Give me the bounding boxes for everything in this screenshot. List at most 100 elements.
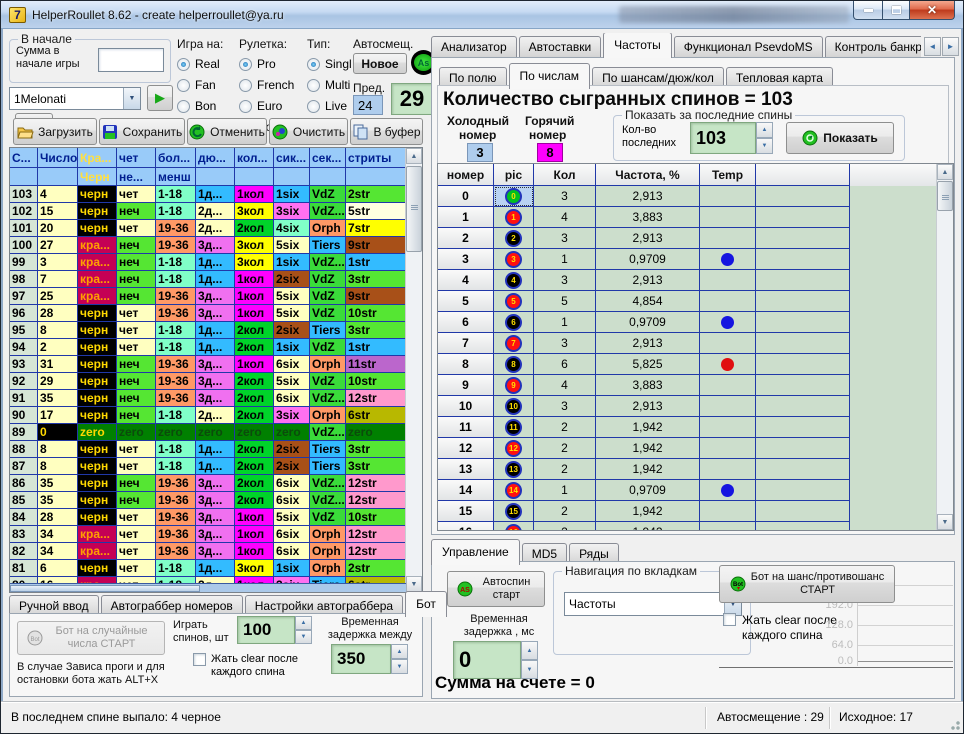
close-button[interactable]: ✕ <box>909 1 955 20</box>
history-cell: неч <box>117 390 156 407</box>
radio-Pro[interactable]: Pro <box>239 57 297 71</box>
delay-label: Временная задержка , мс <box>449 613 549 639</box>
profile-combobox[interactable]: 1Melonati ▼ <box>9 87 141 110</box>
tab-Функционал PsevdoMS[interactable]: Функционал PsevdoMS <box>674 36 823 58</box>
radio-circle-icon[interactable] <box>307 58 320 71</box>
freq-temp-cell <box>700 459 756 480</box>
last-spins-value[interactable]: 103 <box>690 122 756 154</box>
radio-circle-icon[interactable] <box>239 58 252 71</box>
freq-pic-cell[interactable]: 5 <box>494 291 534 312</box>
scrollbar-thumb[interactable] <box>937 181 953 211</box>
spins-count-value[interactable]: 100 <box>237 616 295 644</box>
radio-French[interactable]: French <box>239 78 297 92</box>
clear-button[interactable]: Очистить <box>269 118 348 145</box>
history-cell: кра... <box>78 254 117 271</box>
freq-pic-cell[interactable]: 14 <box>494 480 534 501</box>
freq-extra-cell <box>756 417 850 438</box>
radio-Bon[interactable]: Bon <box>177 99 223 113</box>
checkbox-icon[interactable] <box>723 613 736 626</box>
play-button[interactable]: ▶ <box>147 85 173 111</box>
freq-pic-cell[interactable]: 2 <box>494 228 534 249</box>
tab-Автоставки[interactable]: Автоставки <box>519 36 602 58</box>
freq-pic-cell[interactable]: 8 <box>494 354 534 375</box>
freq-pic-cell[interactable]: 10 <box>494 396 534 417</box>
clear-after-spin-checkbox[interactable]: Жать clear после каждого спина <box>193 653 313 679</box>
autoshift-new-button[interactable]: Новое <box>353 53 407 74</box>
radio-circle-icon[interactable] <box>239 79 252 92</box>
load-button[interactable]: Загрузить <box>13 118 97 145</box>
freq-pic-cell[interactable]: 7 <box>494 333 534 354</box>
tab-scroll-left-button[interactable]: ◄ <box>924 37 941 56</box>
save-button[interactable]: Сохранить <box>99 118 185 145</box>
autospin-start-button[interactable]: AS Автоспин старт <box>447 571 545 607</box>
freq-number-cell: 2 <box>438 228 494 249</box>
spin-delay-spinner[interactable]: 350 ▲▼ <box>331 644 408 674</box>
spin-up-button[interactable]: ▲ <box>521 641 538 660</box>
tab-Бот[interactable]: Бот <box>405 591 447 617</box>
history-scrollbar[interactable]: ▲ ▼ <box>405 148 422 592</box>
cold-number-label2: номер <box>459 128 496 142</box>
radio-Fan[interactable]: Fan <box>177 78 223 92</box>
tab-nav-combobox[interactable]: Частоты ▼ <box>564 592 742 616</box>
radio-circle-icon[interactable] <box>177 79 190 92</box>
freq-pic-cell[interactable]: 1 <box>494 207 534 228</box>
spin-up-button[interactable]: ▲ <box>391 644 408 659</box>
freq-pic-cell[interactable]: 13 <box>494 459 534 480</box>
minimize-button[interactable] <box>853 1 883 20</box>
spin-delay-value[interactable]: 350 <box>331 644 391 674</box>
tab-scroll-right-button[interactable]: ► <box>942 37 959 56</box>
spin-down-button[interactable]: ▼ <box>295 630 312 644</box>
freq-number-cell: 1 <box>438 207 494 228</box>
freq-pic-cell[interactable]: 4 <box>494 270 534 291</box>
undo-button[interactable]: Отменить <box>187 118 267 145</box>
radio-Singl[interactable]: Singl <box>307 57 352 71</box>
freq-pic-cell[interactable]: 12 <box>494 438 534 459</box>
resize-grip[interactable] <box>948 718 960 730</box>
spin-down-button[interactable]: ▼ <box>391 659 408 674</box>
radio-Multi[interactable]: Multi <box>307 78 352 92</box>
history-cell: 35 <box>38 390 78 407</box>
hot-number-label2: номер <box>529 128 566 142</box>
tab-По числам[interactable]: По числам <box>509 63 591 89</box>
start-sum-input[interactable] <box>98 48 164 72</box>
radio-circle-icon[interactable] <box>307 100 320 113</box>
radio-Real[interactable]: Real <box>177 57 223 71</box>
chance-bot-start-button[interactable]: Bot Бот на шанс/противошанс СТАРТ <box>719 565 895 603</box>
history-cell: 4six <box>274 220 310 237</box>
spin-up-button[interactable]: ▲ <box>756 122 773 138</box>
scrollbar-thumb[interactable] <box>406 166 422 252</box>
freq-pic-cell[interactable]: 11 <box>494 417 534 438</box>
maximize-button[interactable] <box>882 1 910 20</box>
spin-up-button[interactable]: ▲ <box>295 616 312 630</box>
spins-count-spinner[interactable]: 100 ▲▼ <box>237 616 312 644</box>
last-spins-spinner[interactable]: 103 ▲▼ <box>690 122 773 154</box>
freq-pic-cell[interactable]: 0 <box>494 186 534 207</box>
tab-Частоты[interactable]: Частоты <box>603 33 672 58</box>
tab-Анализатор[interactable]: Анализатор <box>431 36 517 58</box>
freq-pic-cell[interactable]: 16 <box>494 522 534 531</box>
freq-pic-cell[interactable]: 6 <box>494 312 534 333</box>
random-bot-start-button[interactable]: Bot Бот на случайные числа СТАРТ <box>17 621 165 655</box>
freq-scrollbar[interactable]: ▲ ▼ <box>936 164 953 530</box>
show-button[interactable]: Показать <box>786 122 894 154</box>
checkbox-icon[interactable] <box>193 653 206 666</box>
tab-Контроль банкролла[interactable]: Контроль банкролла <box>825 36 921 58</box>
history-cell: 19-36 <box>156 526 196 543</box>
radio-Live[interactable]: Live <box>307 99 352 113</box>
spin-down-button[interactable]: ▼ <box>756 138 773 154</box>
scroll-up-button[interactable]: ▲ <box>937 164 953 180</box>
scroll-down-button[interactable]: ▼ <box>937 514 953 530</box>
radio-Euro[interactable]: Euro <box>239 99 297 113</box>
combo-dropdown-button[interactable]: ▼ <box>123 88 140 109</box>
tab-Управление[interactable]: Управление <box>431 539 520 565</box>
radio-circle-icon[interactable] <box>307 79 320 92</box>
freq-pic-cell[interactable]: 9 <box>494 375 534 396</box>
freq-pic-cell[interactable]: 3 <box>494 249 534 270</box>
freq-pic-cell[interactable]: 15 <box>494 501 534 522</box>
radio-circle-icon[interactable] <box>177 100 190 113</box>
copy-to-buffer-button[interactable]: В буфер <box>350 118 423 145</box>
radio-circle-icon[interactable] <box>239 100 252 113</box>
scroll-up-button[interactable]: ▲ <box>406 148 422 164</box>
radio-circle-icon[interactable] <box>177 58 190 71</box>
scroll-down-button[interactable]: ▼ <box>406 576 422 592</box>
